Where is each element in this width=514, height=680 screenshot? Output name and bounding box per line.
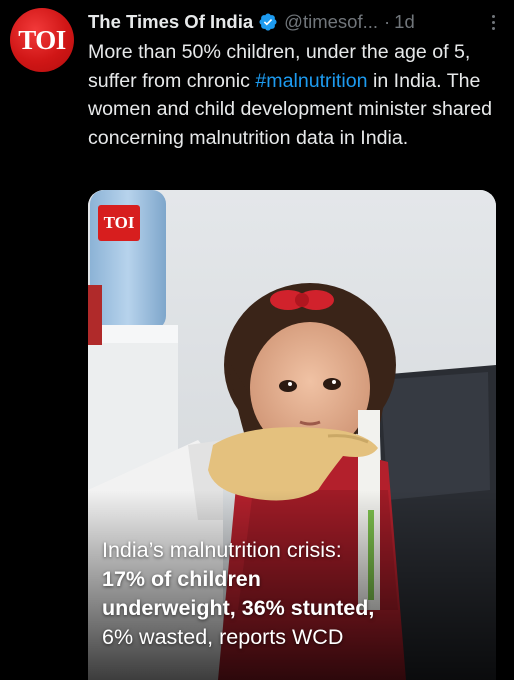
- tweet-text: More than 50% children, under the age of…: [88, 38, 508, 152]
- tweet-media-image[interactable]: TOI India’s malnutrition crisis: 17% of …: [88, 190, 496, 680]
- tweet-header: The Times Of India @timesof... · 1d: [88, 9, 506, 35]
- toi-badge-text: TOI: [103, 213, 135, 232]
- account-handle[interactable]: @timesof...: [284, 11, 378, 33]
- verified-badge-icon: [259, 13, 277, 31]
- headline-line-1: India’s malnutrition crisis:: [102, 538, 342, 562]
- avatar-logo-text: TOI: [18, 24, 66, 55]
- more-options-icon[interactable]: [486, 11, 500, 33]
- image-headline: India’s malnutrition crisis: 17% of chil…: [102, 536, 488, 652]
- header-separator: ·: [384, 11, 391, 32]
- hashtag-link[interactable]: #malnutrition: [255, 70, 367, 92]
- account-name[interactable]: The Times Of India: [88, 11, 253, 33]
- tweet-timestamp[interactable]: 1d: [394, 11, 415, 33]
- toi-logo-badge: TOI: [98, 205, 140, 241]
- headline-line-4: 6% wasted, reports WCD: [102, 625, 344, 649]
- headline-line-3: underweight, 36% stunted,: [102, 596, 375, 620]
- headline-line-2: 17% of children: [102, 567, 261, 591]
- account-avatar[interactable]: TOI: [10, 8, 74, 72]
